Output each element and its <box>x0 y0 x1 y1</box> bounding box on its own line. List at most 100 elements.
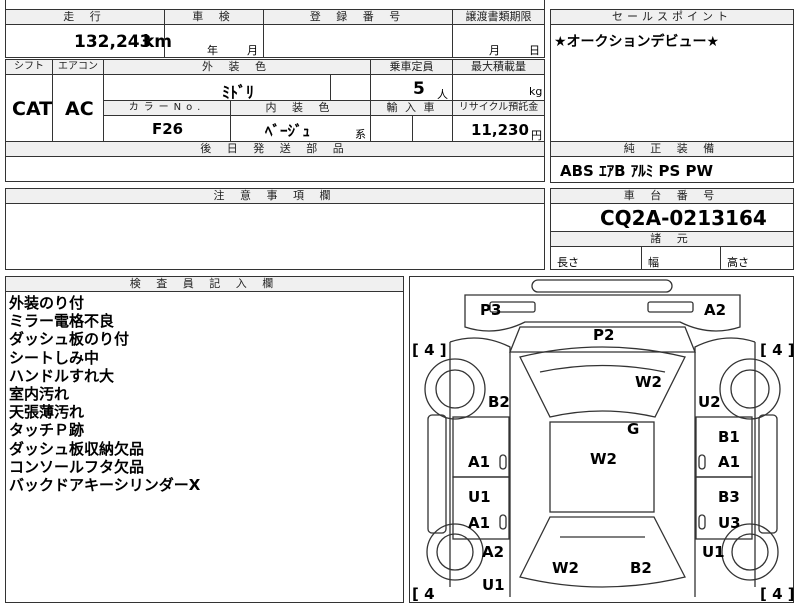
max-load-cell: kg <box>452 74 545 101</box>
dims-header: 諸 元 <box>550 231 794 247</box>
exterior-header: 外 装 色 <box>103 59 371 75</box>
exterior-cell: ﾐﾄﾞﾘ <box>103 74 331 102</box>
chassis-cell: CQ2A-0213164 <box>550 203 794 232</box>
height-label: 高さ <box>727 256 749 269</box>
remark-item: ダッシュ板のり付 <box>9 330 130 349</box>
mark-a1-right: A1 <box>718 453 740 471</box>
shift-value: CAT <box>12 98 53 120</box>
transfer-day-unit: 日 <box>529 44 540 57</box>
mark-w2-center: W2 <box>590 450 617 468</box>
remark-item: タッチＰ跡 <box>9 421 85 440</box>
recycle-header: リサイクル預託金 <box>452 100 545 116</box>
mark-a2-left: A2 <box>482 543 504 561</box>
remark-item: ハンドルすれ大 <box>9 366 115 385</box>
remark-item: シートしみ中 <box>9 348 100 367</box>
capacity-value: 5 <box>413 79 425 99</box>
equipment-cell: ABS ｴｱB ｱﾙﾐ PS PW <box>550 156 794 183</box>
shift-header: シフト <box>5 59 53 75</box>
remark-item: ミラー電格不良 <box>9 312 115 331</box>
mark-w2-hood: W2 <box>635 373 662 391</box>
mark-u1-left: U1 <box>468 488 491 506</box>
width-cell: 幅 <box>641 246 721 270</box>
transfer-month-unit: 月 <box>489 44 500 57</box>
front-right-tyre <box>719 358 781 420</box>
chassis-value: CQ2A-0213164 <box>600 206 767 230</box>
remark-item: コンソールフタ欠品 <box>9 457 145 476</box>
mark-g: G <box>627 420 639 438</box>
mark-u2-right: U2 <box>698 393 721 411</box>
caution-cell <box>5 203 545 270</box>
mark-u1-bottom: U1 <box>482 576 505 594</box>
shift-cell: CAT <box>5 74 53 142</box>
mark-b2-rear: B2 <box>630 559 652 577</box>
color-no-header: カラーNo. <box>103 100 231 116</box>
aircon-value: AC <box>65 98 94 120</box>
front-left-tyre <box>424 358 486 420</box>
mark-b3-right: B3 <box>718 488 740 506</box>
color-no-value: F26 <box>152 120 184 138</box>
transfer-header: 譲渡書類期限 <box>452 9 545 25</box>
registration-header: 登 録 番 号 <box>263 9 453 25</box>
remark-item: ダッシュ板収納欠品 <box>9 439 145 458</box>
car-diagram-frame: [ 4 ] [ 4 ] [ 4 [ 4 ] P3 A2 P2 W2 B2 U2 … <box>409 276 795 603</box>
mileage-value: 132,243 <box>74 32 152 52</box>
tire-label-rl: [ 4 <box>412 585 435 603</box>
rear-window-shape <box>519 516 686 588</box>
mark-u1-right: U1 <box>702 543 725 561</box>
aircon-header: エアコン <box>52 59 104 75</box>
import-header: 輸 入 車 <box>370 100 453 116</box>
sales-point-text: ★オークションデビュー★ <box>554 34 720 50</box>
later-parts-header: 後 日 発 送 部 品 <box>5 141 545 157</box>
inspector-cell: 外装のり付 ミラー電格不良 ダッシュ板のり付 シートしみ中 ハンドルすれ大 室内… <box>5 291 404 603</box>
interior-header: 内 装 色 <box>230 100 371 116</box>
inspection-header: 車 検 <box>164 9 264 25</box>
inspector-header: 検 査 員 記 入 欄 <box>5 276 404 292</box>
interior-suffix: 系 <box>355 128 366 141</box>
mileage-header: 走 行 <box>5 9 165 25</box>
sales-point-header: セールスポイント <box>550 9 794 25</box>
remark-item: 天張薄汚れ <box>9 403 85 422</box>
mark-b2-left: B2 <box>488 393 510 411</box>
remarks-list: 外装のり付 ミラー電格不良 ダッシュ板のり付 シートしみ中 ハンドルすれ大 室内… <box>9 294 200 494</box>
sales-point-cell: ★オークションデビュー★ <box>550 24 794 143</box>
exterior-sub-cell <box>330 74 371 101</box>
tire-label-rr: [ 4 ] <box>760 585 795 603</box>
capacity-header: 乗車定員 <box>370 59 453 75</box>
remark-item: バックドアキーシリンダーX <box>9 476 201 495</box>
car-diagram: [ 4 ] [ 4 ] [ 4 [ 4 ] P3 A2 P2 W2 B2 U2 … <box>412 279 795 603</box>
tire-label-fl: [ 4 ] <box>412 341 447 359</box>
rear-right-tyre <box>721 523 779 581</box>
mark-p3: P3 <box>480 301 501 319</box>
import-cell-a <box>370 115 413 142</box>
tire-label-fr: [ 4 ] <box>760 341 795 359</box>
registration-cell <box>263 24 453 58</box>
inspection-year-unit: 年 <box>207 44 218 57</box>
remark-item: 外装のり付 <box>9 294 85 312</box>
inspection-month-unit: 月 <box>247 44 258 57</box>
length-cell: 長さ <box>550 246 642 270</box>
caution-header: 注 意 事 項 欄 <box>5 188 545 204</box>
interior-cell: ﾍﾞｰｼﾞｭ 系 <box>230 115 371 142</box>
max-load-header: 最大積載量 <box>452 59 545 75</box>
import-cell-b <box>412 115 453 142</box>
mark-b1-right: B1 <box>718 428 740 446</box>
chassis-header: 車 台 番 号 <box>550 188 794 204</box>
aircon-cell: AC <box>52 74 104 142</box>
front-right-lamp <box>647 301 694 313</box>
color-no-cell: F26 <box>103 115 231 142</box>
remark-item: 室内汚れ <box>9 385 70 404</box>
mark-u3-right: U3 <box>718 514 741 532</box>
equipment-value: ABS ｴｱB ｱﾙﾐ PS PW <box>560 162 714 180</box>
length-label: 長さ <box>557 256 579 269</box>
front-bumper-shape <box>531 279 673 293</box>
inspection-cell: 年 月 <box>164 24 264 58</box>
mark-a2-top: A2 <box>704 301 726 319</box>
rear-left-tyre <box>426 523 484 581</box>
interior-value: ﾍﾞｰｼﾞｭ <box>265 122 311 140</box>
transfer-cell: 月 日 <box>452 24 545 58</box>
recycle-cell: 11,230 円 <box>452 115 545 142</box>
max-load-unit: kg <box>529 85 543 98</box>
mileage-cell: 132,243 km <box>5 24 172 58</box>
mark-p2: P2 <box>593 326 614 344</box>
recycle-value: 11,230 <box>471 121 529 139</box>
